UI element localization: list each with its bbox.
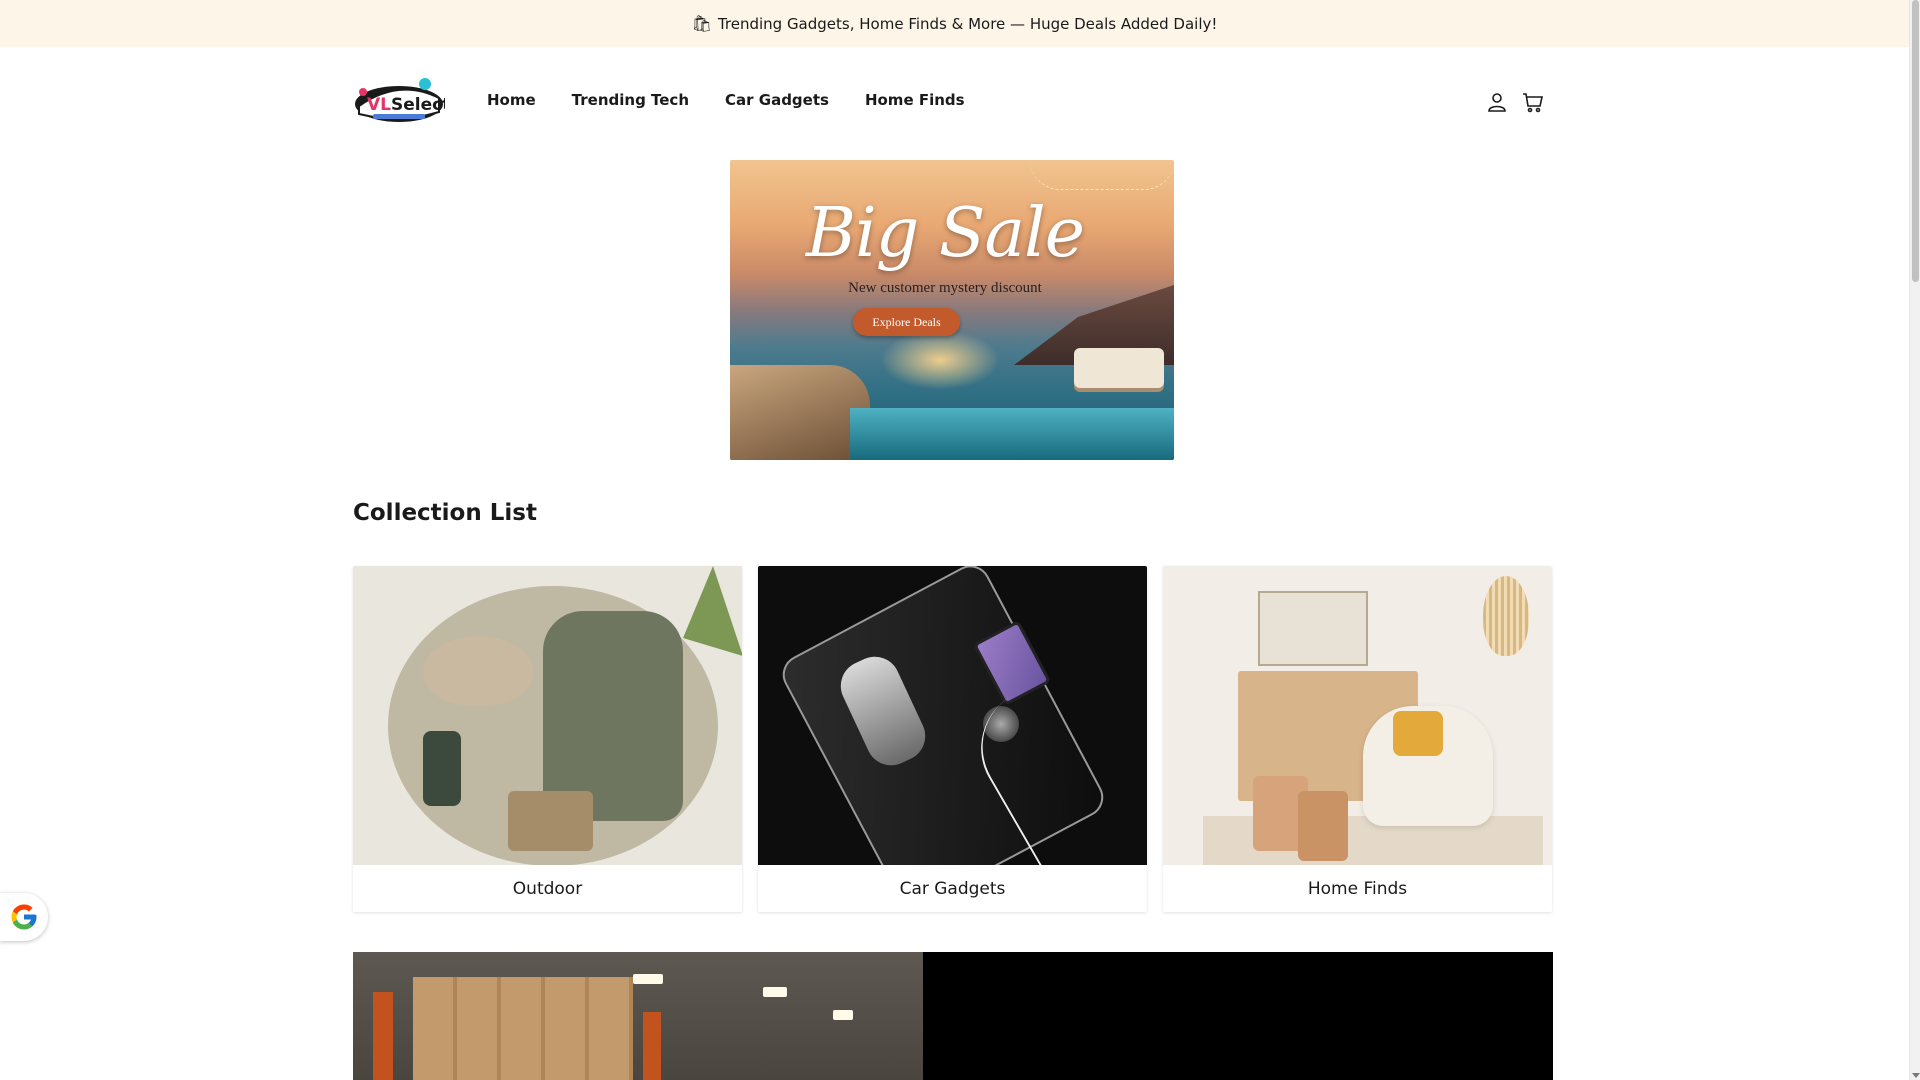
nav-home-finds[interactable]: Home Finds (865, 91, 965, 109)
collection-card-outdoor[interactable]: Outdoor (353, 566, 742, 912)
collection-card-home-finds[interactable]: Home Finds (1163, 566, 1552, 912)
collection-label: Car Gadgets (899, 878, 1006, 899)
collection-label: Outdoor (512, 878, 583, 899)
image-with-text-banner (353, 952, 1553, 1080)
home-finds-image (1163, 566, 1552, 865)
site-header: VL Select Home Trending Tech Car Gadgets… (353, 70, 1553, 130)
outdoor-image (353, 566, 742, 865)
store-logo[interactable]: VL Select (353, 72, 450, 128)
google-reviews-badge[interactable] (0, 893, 48, 941)
collection-label: Home Finds (1307, 878, 1408, 899)
banner-text-panel (923, 952, 1553, 1080)
collection-list-title: Collection List (353, 500, 537, 526)
main-nav: Home Trending Tech Car Gadgets Home Find… (487, 91, 965, 109)
collection-grid: Outdoor Car Gadgets Home Finds (353, 566, 1553, 912)
shopping-bag-icon: 🛍 (691, 14, 712, 33)
car-gadgets-image (758, 566, 1147, 865)
vertical-scrollbar[interactable] (1909, 0, 1920, 1080)
hero-sofa (1074, 348, 1164, 388)
svg-text:Select: Select (391, 95, 445, 115)
warehouse-image (353, 952, 923, 1080)
header-actions (1485, 90, 1545, 114)
hero-pool (850, 408, 1174, 460)
cart-icon[interactable] (1521, 90, 1545, 114)
hero-deck (730, 365, 870, 460)
announcement-text: Trending Gadgets, Home Finds & More — Hu… (717, 14, 1218, 33)
hero-sunset (880, 330, 1000, 390)
hero-string-lights (1030, 160, 1174, 190)
scroll-down-arrow-icon[interactable] (1912, 1073, 1920, 1078)
svg-text:VL: VL (367, 95, 391, 115)
explore-deals-button[interactable]: Explore Deals (853, 308, 960, 336)
nav-trending-tech[interactable]: Trending Tech (572, 91, 689, 109)
hero-title: Big Sale (806, 194, 1085, 273)
hero-subtitle: New customer mystery discount (848, 280, 1042, 296)
nav-home[interactable]: Home (487, 91, 536, 109)
announcement-bar: 🛍 Trending Gadgets, Home Finds & More — … (0, 0, 1909, 47)
collection-card-car-gadgets[interactable]: Car Gadgets (758, 566, 1147, 912)
google-g-icon (11, 904, 37, 930)
nav-car-gadgets[interactable]: Car Gadgets (725, 91, 829, 109)
account-icon[interactable] (1485, 90, 1509, 114)
hero-banner[interactable]: Big Sale New customer mystery discount E… (730, 160, 1174, 460)
scrollbar-thumb[interactable] (1912, 0, 1919, 282)
